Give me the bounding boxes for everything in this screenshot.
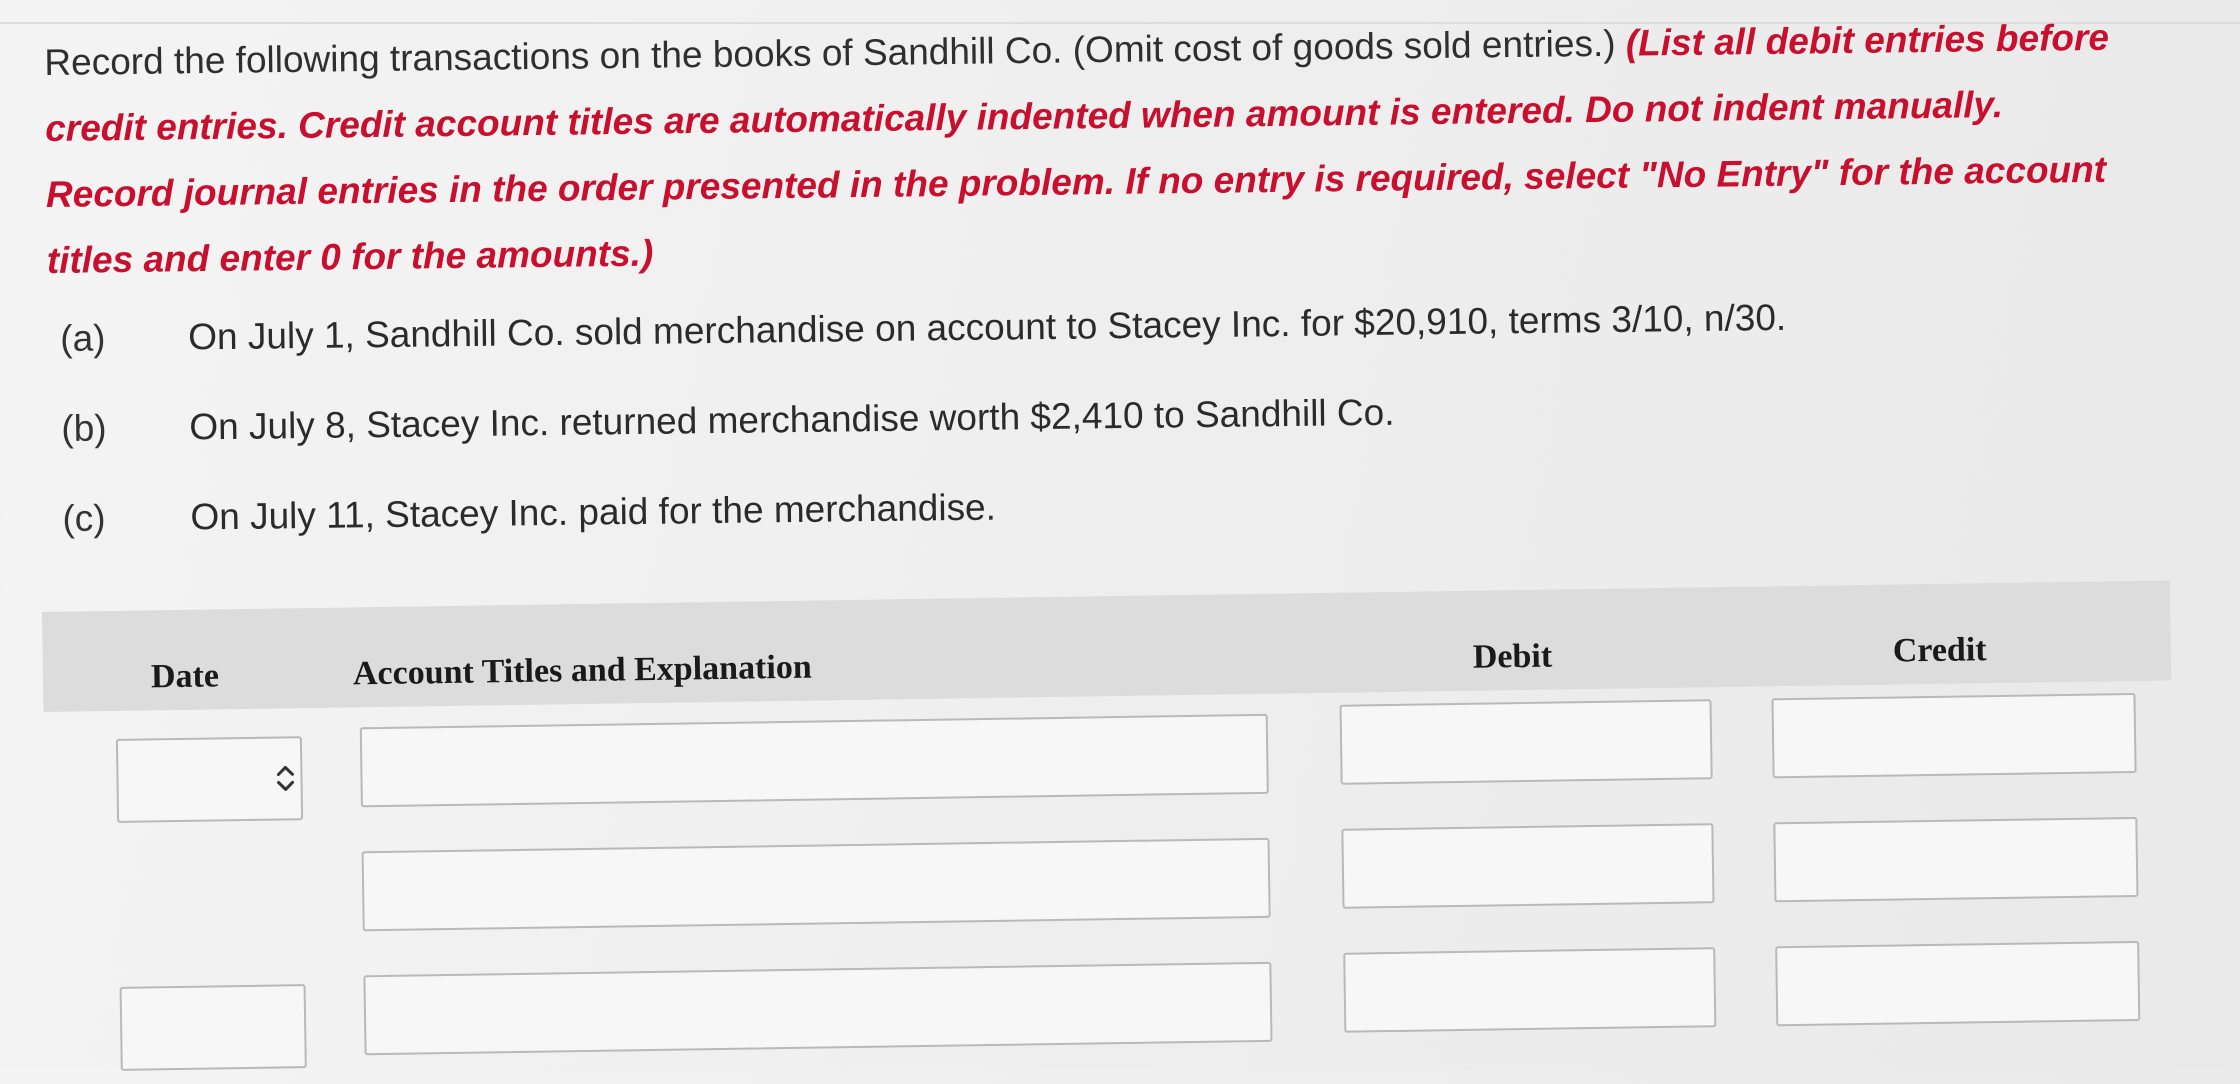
transaction-text: On July 11, Stacey Inc. paid for the mer… xyxy=(190,486,997,538)
transaction-list: (a) On July 1, Sandhill Co. sold merchan… xyxy=(60,296,1823,587)
account-title-input[interactable] xyxy=(359,713,1269,808)
transaction-letter: (a) xyxy=(60,317,106,359)
credit-amount-input[interactable] xyxy=(1771,692,2137,779)
credit-amount-input[interactable] xyxy=(1773,816,2139,903)
debit-amount-input[interactable] xyxy=(1339,699,1713,785)
debit-amount-input[interactable] xyxy=(1343,947,1717,1033)
account-column-header: Account Titles and Explanation xyxy=(352,648,812,693)
credit-column-header: Credit xyxy=(1892,631,1987,670)
date-select[interactable] xyxy=(119,984,307,1071)
transaction-letter: (c) xyxy=(62,497,106,539)
up-down-chevron-icon[interactable] xyxy=(274,758,297,798)
date-column-header: Date xyxy=(150,657,220,696)
instructions-text: Record the following transactions on the… xyxy=(44,22,1627,83)
debit-amount-input[interactable] xyxy=(1341,823,1715,909)
debit-column-header: Debit xyxy=(1472,637,1553,676)
instructions: Record the following transactions on the… xyxy=(44,4,2137,294)
credit-amount-input[interactable] xyxy=(1775,940,2141,1027)
account-title-input[interactable] xyxy=(363,961,1273,1056)
account-title-input[interactable] xyxy=(361,837,1271,932)
transaction-letter: (b) xyxy=(61,407,107,449)
transaction-text: On July 1, Sandhill Co. sold merchandise… xyxy=(187,296,1787,358)
journal-entry-table: Date Account Titles and Explanation Debi… xyxy=(42,580,2177,1084)
